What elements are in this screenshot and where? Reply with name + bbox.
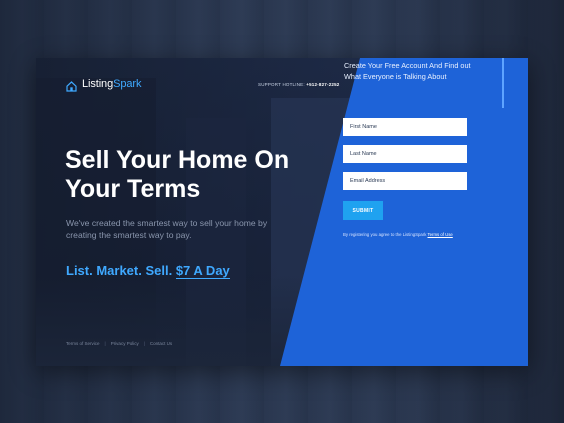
footer-link-privacy[interactable]: Privacy Policy bbox=[111, 341, 139, 346]
support-hotline: SUPPORT HOTLINE: +512-827-2252 bbox=[258, 82, 340, 87]
form-heading: Create Your Free Account And Find out Wh… bbox=[344, 61, 471, 81]
brand-logo[interactable]: ListingSpark bbox=[66, 78, 142, 92]
house-icon bbox=[66, 79, 77, 92]
brand-name: ListingSpark bbox=[82, 78, 142, 90]
hero-headline: Sell Your Home On Your Terms bbox=[65, 146, 290, 203]
first-name-field[interactable] bbox=[343, 118, 467, 136]
landing-card: ListingSpark SUPPORT HOTLINE: +512-827-2… bbox=[36, 58, 528, 366]
submit-button[interactable]: SUBMIT bbox=[343, 201, 383, 220]
hero-subtext: We've created the smartest way to sell y… bbox=[66, 218, 268, 240]
accent-stripe bbox=[502, 58, 504, 108]
legal-notice: By registering you agree to the ListingS… bbox=[343, 232, 453, 237]
hero-tagline: List. Market. Sell. $7 A Day bbox=[66, 263, 230, 279]
price-highlight: $7 A Day bbox=[175, 263, 230, 279]
footer-links: Terms of Service | Privacy Policy | Cont… bbox=[66, 341, 173, 346]
hotline-number[interactable]: +512-827-2252 bbox=[306, 82, 339, 87]
footer-link-terms[interactable]: Terms of Service bbox=[66, 341, 100, 346]
terms-of-use-link[interactable]: Terms of Use bbox=[427, 232, 452, 237]
email-field[interactable] bbox=[343, 172, 467, 190]
last-name-field[interactable] bbox=[343, 145, 467, 163]
footer-link-contact[interactable]: Contact Us bbox=[150, 341, 172, 346]
